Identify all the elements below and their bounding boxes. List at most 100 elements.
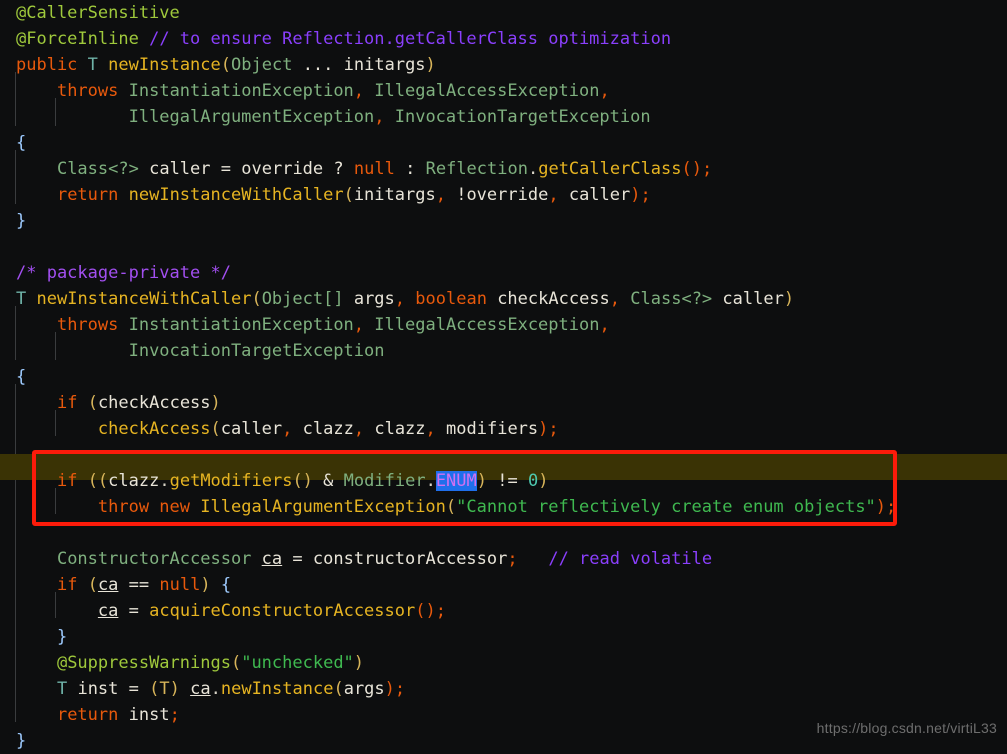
comma-token: , <box>282 419 293 439</box>
paren-token: ); <box>538 419 559 439</box>
paren-token: ) <box>783 289 795 309</box>
type-token: IllegalArgumentException <box>128 107 375 127</box>
keyword-token: return <box>56 705 119 725</box>
paren-token: ); <box>384 679 406 699</box>
method-token: newInstanceWithCaller <box>128 185 344 205</box>
keyword-token: if <box>56 393 78 413</box>
cast-token: (T) <box>149 679 180 699</box>
argument-token: !override <box>456 185 549 205</box>
paren-token: ) <box>538 471 549 491</box>
method-token: getModifiers <box>169 471 293 491</box>
annotation-token: @ForceInline <box>16 29 139 49</box>
argument-token: initargs <box>353 185 436 205</box>
variable-token: override <box>241 159 324 179</box>
comma-token: , <box>609 289 621 309</box>
type-token: InstantiationException <box>128 81 354 101</box>
field-token: constructorAccessor <box>312 549 508 569</box>
argument-token: args <box>343 679 385 699</box>
argument-token: caller <box>220 419 283 439</box>
code-line[interactable]: if (checkAccess) <box>0 390 1007 416</box>
argument-token: caller <box>568 185 631 205</box>
comment-token: /* package-private */ <box>16 263 231 283</box>
comma-token: , <box>353 419 365 439</box>
type-token: Class<?> <box>56 159 139 179</box>
code-line[interactable]: Class<?> caller = override ? null : Refl… <box>0 156 1007 182</box>
dot-token: . <box>210 679 221 699</box>
brace-token: { <box>16 367 27 387</box>
code-line[interactable]: T inst = (T) ca.newInstance(args); <box>0 676 1007 702</box>
type-token: Object <box>231 55 293 75</box>
paren-token: ( <box>333 679 344 699</box>
local-variable-token: ca <box>97 601 119 621</box>
code-line-highlighted[interactable]: if ((clazz.getModifiers() & Modifier.ENU… <box>0 468 1007 494</box>
code-line[interactable]: { <box>0 130 1007 156</box>
code-line[interactable]: throws InstantiationException, IllegalAc… <box>0 312 1007 338</box>
keyword-token: if <box>56 471 78 491</box>
paren-token: ( <box>445 497 457 517</box>
string-token: "unchecked" <box>241 653 354 673</box>
code-line[interactable]: throws InstantiationException, IllegalAc… <box>0 78 1007 104</box>
class-token: Modifier <box>343 471 426 491</box>
code-line-empty[interactable] <box>0 520 1007 546</box>
paren-token: ( <box>343 185 354 205</box>
paren-token: ) <box>353 653 365 673</box>
method-token: acquireConstructorAccessor <box>149 601 416 621</box>
code-line[interactable]: @SuppressWarnings("unchecked") <box>0 650 1007 676</box>
variable-token: caller <box>149 159 211 179</box>
brace-token: } <box>56 627 68 647</box>
paren-token: ( <box>87 393 98 413</box>
operator-token: : <box>405 159 416 179</box>
keyword-token: throw new <box>97 497 191 517</box>
method-token: newInstance <box>108 55 221 75</box>
code-line[interactable]: T newInstanceWithCaller(Object[] args, b… <box>0 286 1007 312</box>
param-token: initargs <box>343 55 426 75</box>
code-line[interactable]: if (ca == null) { <box>0 572 1007 598</box>
variable-token: clazz <box>108 471 160 491</box>
brace-token: } <box>16 211 27 231</box>
code-line[interactable]: @CallerSensitive <box>0 0 1007 26</box>
ellipsis-token: ... <box>302 55 334 75</box>
code-line[interactable]: throw new IllegalArgumentException("Cann… <box>0 494 1007 520</box>
paren-token: ) <box>425 55 436 75</box>
code-editor[interactable]: @CallerSensitive @ForceInline // to ensu… <box>0 0 1007 751</box>
comma-token: , <box>353 315 365 335</box>
comma-token: , <box>374 107 385 127</box>
comment-token: // to ensure Reflection.getCallerClass o… <box>149 29 672 49</box>
code-content[interactable]: @CallerSensitive @ForceInline // to ensu… <box>0 0 1007 754</box>
code-line[interactable]: ca = acquireConstructorAccessor(); <box>0 598 1007 624</box>
code-line[interactable]: IllegalArgumentException, InvocationTarg… <box>0 104 1007 130</box>
local-variable-token: ca <box>190 679 211 699</box>
keyword-token: null <box>353 159 395 179</box>
code-line[interactable]: } <box>0 624 1007 650</box>
code-line-empty[interactable] <box>0 234 1007 260</box>
keyword-token: boolean <box>415 289 487 309</box>
selected-text[interactable]: ENUM <box>435 471 477 491</box>
string-token: "Cannot reflectively create enum objects… <box>456 497 876 517</box>
paren-token: ( <box>251 289 262 309</box>
code-line-empty[interactable] <box>0 442 1007 468</box>
paren-token: ( <box>87 575 98 595</box>
code-line[interactable]: @ForceInline // to ensure Reflection.get… <box>0 26 1007 52</box>
code-line[interactable]: /* package-private */ <box>0 260 1007 286</box>
method-token: newInstance <box>220 679 334 699</box>
code-line[interactable]: InvocationTargetException <box>0 338 1007 364</box>
operator-token: != <box>497 471 518 491</box>
code-line[interactable]: { <box>0 364 1007 390</box>
paren-token: ( <box>220 55 232 75</box>
code-line[interactable]: public T newInstance(Object ... initargs… <box>0 52 1007 78</box>
code-line[interactable]: return newInstanceWithCaller(initargs, !… <box>0 182 1007 208</box>
code-line[interactable]: checkAccess(caller, clazz, clazz, modifi… <box>0 416 1007 442</box>
keyword-token: return <box>56 185 119 205</box>
paren-token: (( <box>87 471 109 491</box>
code-line[interactable]: ConstructorAccessor ca = constructorAcce… <box>0 546 1007 572</box>
paren-token: ); <box>875 497 897 517</box>
code-line[interactable]: } <box>0 208 1007 234</box>
keyword-token: throws <box>56 81 119 101</box>
dot-token: . <box>159 471 170 491</box>
dot-token: . <box>425 471 436 491</box>
param-token: args <box>353 289 395 309</box>
comma-token: , <box>353 81 365 101</box>
paren-token: (); <box>415 601 446 621</box>
local-variable-token: ca <box>97 575 119 595</box>
operator-token: = <box>128 601 139 621</box>
